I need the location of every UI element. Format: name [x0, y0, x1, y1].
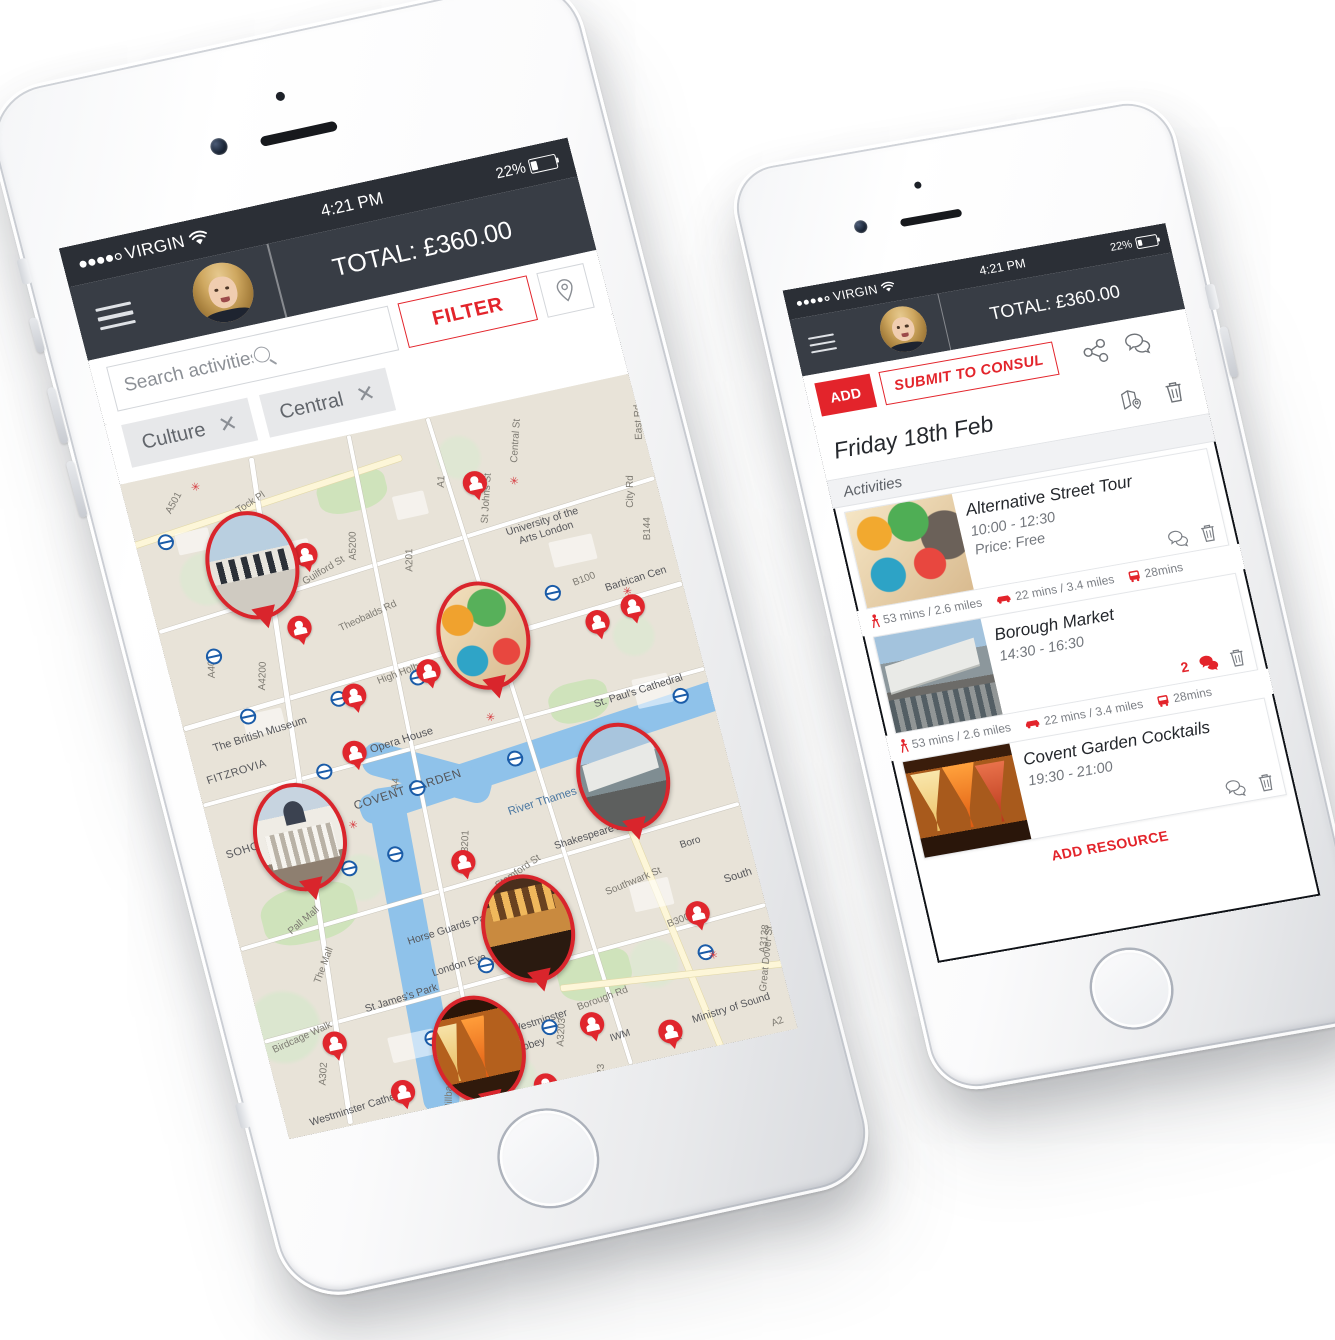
car-icon [997, 594, 1011, 604]
activity-delete-button[interactable] [1256, 771, 1277, 793]
chat-button[interactable] [1117, 324, 1158, 363]
activity-chat-button[interactable] [1196, 652, 1221, 674]
add-button[interactable]: ADD [814, 373, 878, 417]
battery-percent-label: 22% [1109, 238, 1134, 254]
map-pin-icon [556, 279, 573, 302]
street-art-thumbnail [845, 494, 974, 609]
folded-map-pin-icon [1120, 389, 1141, 410]
view-on-map-button[interactable] [1115, 381, 1151, 415]
map-road-label: B144 [641, 517, 654, 541]
battery-icon [527, 153, 559, 174]
walking-person-icon [900, 739, 909, 753]
borough-market-thumbnail [874, 618, 1003, 734]
travel-bus-label: 28mins [1171, 684, 1214, 706]
share-icon [1082, 338, 1108, 362]
status-right: 22% [494, 152, 559, 182]
chat-bubbles-icon [1199, 655, 1219, 670]
map-road-label: A4200 [256, 661, 269, 691]
scene: VIRGIN 4:21 PM 22% TOTAL: £360.00 Search… [0, 0, 1335, 1340]
trash-icon [1165, 381, 1182, 403]
phone-left-screen: VIRGIN 4:21 PM 22% TOTAL: £360.00 Search… [58, 137, 798, 1140]
map-road-label: A3203 [555, 1017, 569, 1048]
cocktails-thumbnail [902, 743, 1032, 858]
map-street-label: City Rd [624, 475, 637, 508]
trash-icon [1258, 774, 1273, 792]
bus-icon [1128, 569, 1140, 582]
location-button[interactable] [536, 263, 595, 318]
map-road-label: A1 [435, 475, 448, 489]
travel-bus-label: 28mins [1143, 560, 1185, 581]
carrier-label: VIRGIN [123, 231, 187, 264]
battery-icon [1134, 233, 1160, 250]
activity-chat-button[interactable] [1165, 527, 1190, 549]
share-button[interactable] [1075, 332, 1116, 371]
hamburger-menu-icon[interactable] [807, 332, 838, 355]
hamburger-menu-icon[interactable] [95, 299, 137, 332]
signal-strength-icon [796, 295, 830, 306]
close-icon[interactable]: ✕ [354, 380, 379, 409]
chat-bubbles-icon [1225, 779, 1246, 796]
chat-bubbles-icon [1125, 333, 1151, 354]
activity-delete-button[interactable] [1198, 522, 1219, 544]
signal-strength-icon [78, 252, 123, 268]
map-road-label: A201 [404, 548, 416, 572]
close-icon[interactable]: ✕ [216, 410, 241, 439]
map-road-label: A5200 [347, 531, 359, 561]
map-road-label: A4 [389, 777, 402, 791]
chip-label: Culture [139, 418, 208, 454]
activity-chat-button[interactable] [1223, 777, 1248, 799]
carrier-label: VIRGIN [831, 282, 880, 304]
travel-bus: 28mins [1126, 560, 1184, 583]
car-icon [1025, 719, 1040, 728]
trash-icon [1201, 524, 1215, 543]
activity-actions [1165, 522, 1219, 550]
bus-icon [1157, 694, 1169, 707]
map-road-label: A302 [317, 1061, 330, 1086]
walking-person-icon [872, 614, 880, 629]
avatar[interactable] [875, 302, 932, 356]
travel-bus: 28mins [1155, 685, 1213, 708]
activity-actions: 2 [1179, 646, 1248, 677]
avatar[interactable] [186, 256, 260, 328]
chat-bubbles-icon [1167, 530, 1189, 547]
chip-label: Central [277, 388, 346, 424]
search-icon [250, 319, 384, 370]
activity-delete-button[interactable] [1227, 646, 1248, 668]
phone-right-screen: VIRGIN 4:21 PM 22% TOTAL: £360.00 ADD SU… [782, 223, 1321, 963]
comment-count-badge: 2 [1179, 658, 1191, 676]
activity-actions [1223, 771, 1277, 799]
search-placeholder: Search activities [121, 347, 256, 397]
trash-icon [1229, 649, 1244, 667]
status-right: 22% [1109, 233, 1160, 254]
delete-day-button[interactable] [1156, 374, 1192, 408]
battery-percent-label: 22% [493, 158, 528, 182]
